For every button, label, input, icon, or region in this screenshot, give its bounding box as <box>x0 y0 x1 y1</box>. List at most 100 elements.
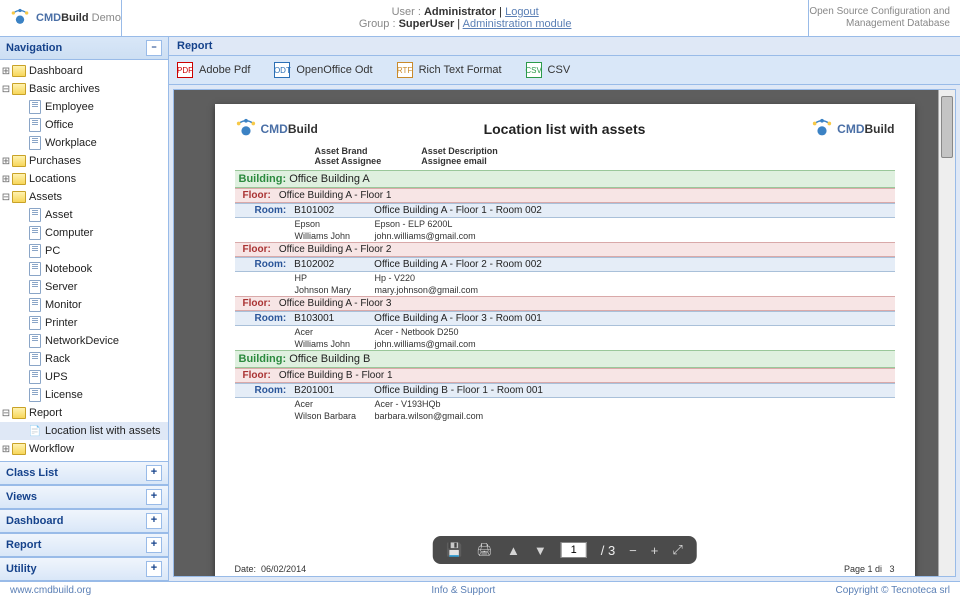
tree-node[interactable]: Office <box>0 116 168 134</box>
tree-node[interactable]: Monitor <box>0 296 168 314</box>
accordion-header[interactable]: Class List+ <box>0 462 168 485</box>
accordion-header[interactable]: Dashboard+ <box>0 510 168 533</box>
toggle-icon[interactable]: ⊞ <box>0 66 12 77</box>
report-toolbar: PDFAdobe Pdf ODTOpenOffice Odt RTFRich Tex… <box>169 56 960 85</box>
expand-button[interactable]: + <box>146 561 162 577</box>
collapse-sidebar-button[interactable]: − <box>146 40 162 56</box>
tree-node[interactable]: Rack <box>0 350 168 368</box>
accordion-header[interactable]: Report+ <box>0 534 168 557</box>
expand-button[interactable]: + <box>146 537 162 553</box>
document-icon <box>28 137 42 149</box>
asset-row: Williams Johnjohn.williams@gmail.com <box>235 338 895 350</box>
logout-link[interactable]: Logout <box>505 6 539 18</box>
pdf-icon: 📄 <box>28 425 42 437</box>
tree-node[interactable]: License <box>0 386 168 404</box>
print-icon[interactable]: 🖨 <box>476 542 493 558</box>
pdf-viewer: CMDBuild Location list with assets CMDBu… <box>173 89 956 577</box>
tree-node[interactable]: NetworkDevice <box>0 332 168 350</box>
folder-icon <box>12 83 26 95</box>
content-title: Report <box>169 37 960 56</box>
tree-node[interactable]: Notebook <box>0 260 168 278</box>
folder-icon <box>12 173 26 185</box>
tree-node[interactable]: ⊟Report <box>0 404 168 422</box>
room-header: Room:B102002Office Building A - Floor 2 … <box>235 257 895 272</box>
footer-left-link[interactable]: www.cmdbuild.org <box>10 585 91 596</box>
tree-label: Assets <box>29 191 62 203</box>
content-panel: Report PDFAdobe Pdf ODTOpenOffice Odt RTFR… <box>169 37 960 581</box>
footer-center-link[interactable]: Info & Support <box>431 585 495 596</box>
page-sep: / 3 <box>601 543 615 558</box>
asset-row: Johnson Marymary.johnson@gmail.com <box>235 284 895 296</box>
toggle-icon[interactable]: ⊟ <box>0 408 12 419</box>
scrollbar[interactable] <box>938 90 955 576</box>
zoom-in-icon[interactable]: + <box>651 543 659 558</box>
tree-node[interactable]: Computer <box>0 224 168 242</box>
folder-icon <box>12 191 26 203</box>
tree-node[interactable]: Employee <box>0 98 168 116</box>
export-label: CSV <box>548 64 571 76</box>
asset-row: HPHp - V220 <box>235 272 895 284</box>
toggle-icon[interactable]: ⊞ <box>0 174 12 185</box>
export-button[interactable]: RTFRich Text Format <box>397 62 502 78</box>
page-footer: Date: 06/02/2014 Page 1 di 3 <box>235 564 895 574</box>
tree-node[interactable]: ⊟ Assets <box>0 188 168 206</box>
asset-row: EpsonEpson - ELP 6200L <box>235 218 895 230</box>
tree-node[interactable]: Asset <box>0 206 168 224</box>
folder-icon <box>12 407 26 419</box>
export-button[interactable]: PDFAdobe Pdf <box>177 62 250 78</box>
folder-icon <box>12 65 26 77</box>
export-button[interactable]: ODTOpenOffice Odt <box>274 62 372 78</box>
toggle-icon[interactable]: ⊟ <box>0 84 12 95</box>
tree-node[interactable]: ⊞Locations <box>0 170 168 188</box>
column-headers: Asset BrandAsset Assignee Asset Descript… <box>315 146 895 166</box>
tree-label: Computer <box>45 227 93 239</box>
tree-label: Employee <box>45 101 94 113</box>
accordion-header[interactable]: Utility+ <box>0 558 168 581</box>
brand-logo: CMDBuild Demo <box>10 8 121 28</box>
document-icon <box>28 389 42 401</box>
tree-label: Dashboard <box>29 65 83 77</box>
sidebar: Navigation − ⊞ Dashboard ⊟Basic archives Em… <box>0 37 169 581</box>
export-button[interactable]: CSVCSV <box>526 62 571 78</box>
expand-button[interactable]: + <box>146 513 162 529</box>
brand-text: CMDBuild Demo <box>36 12 121 24</box>
page-down-icon[interactable]: ▼ <box>534 543 547 558</box>
tree-node[interactable]: UPS <box>0 368 168 386</box>
tree-node[interactable]: PC <box>0 242 168 260</box>
nav-header: Navigation − <box>0 37 168 60</box>
document-icon <box>28 119 42 131</box>
nav-tree: ⊞Dashboard⊟Basic archivesEmployeeOfficeW… <box>0 60 168 461</box>
admin-module-link[interactable]: Administration module <box>463 18 572 30</box>
document-icon <box>28 209 42 221</box>
toggle-icon[interactable]: ⊟ <box>0 192 12 203</box>
tree-label: NetworkDevice <box>45 335 119 347</box>
scroll-thumb[interactable] <box>941 96 953 158</box>
tree-node[interactable]: Workplace <box>0 134 168 152</box>
toggle-icon[interactable]: ⊞ <box>0 444 12 455</box>
page-up-icon[interactable]: ▲ <box>507 543 520 558</box>
expand-button[interactable]: + <box>146 489 162 505</box>
tree-node[interactable]: ⊞ Workflow <box>0 440 168 458</box>
zoom-out-icon[interactable]: − <box>629 543 637 558</box>
save-icon[interactable]: 💾 <box>446 542 462 558</box>
accordion-header[interactable]: Views+ <box>0 486 168 509</box>
document-icon <box>28 317 42 329</box>
room-header: Room:B103001Office Building A - Floor 3 … <box>235 311 895 326</box>
floor-header: Floor:Office Building A - Floor 2 <box>235 242 895 257</box>
tree-node[interactable]: 📄Location list with assets <box>0 422 168 440</box>
report-title: Location list with assets <box>484 121 646 137</box>
tree-label: Workflow <box>29 443 74 455</box>
toggle-icon[interactable]: ⊞ <box>0 156 12 167</box>
tree-node[interactable]: Server <box>0 278 168 296</box>
tree-node[interactable]: ⊟Basic archives <box>0 80 168 98</box>
expand-button[interactable]: + <box>146 465 162 481</box>
page-input[interactable] <box>561 542 587 558</box>
tree-node[interactable]: ⊞ Purchases <box>0 152 168 170</box>
tree-node[interactable]: ⊞ Dashboard <box>0 62 168 80</box>
tools-icon[interactable]: ⤢ <box>672 542 682 558</box>
tree-label: Printer <box>45 317 77 329</box>
tree-node[interactable]: Printer <box>0 314 168 332</box>
logo-icon <box>10 8 30 28</box>
tree-label: Purchases <box>29 155 81 167</box>
tree-label: Server <box>45 281 77 293</box>
